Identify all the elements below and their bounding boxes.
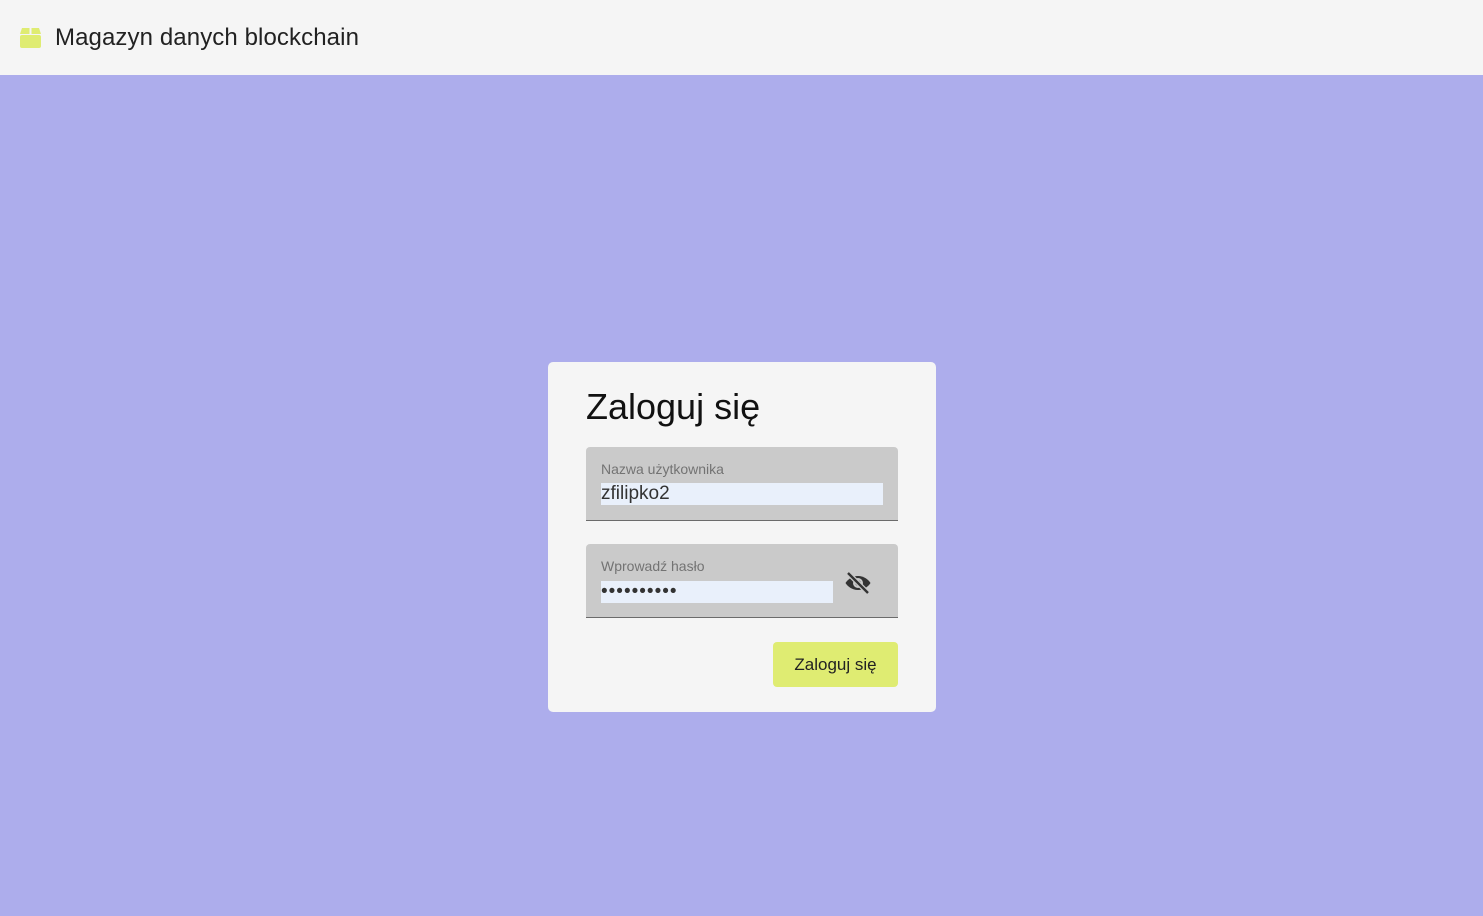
top-app-bar: Magazyn danych blockchain — [0, 0, 1483, 75]
login-title: Zaloguj się — [586, 386, 761, 427]
username-input[interactable] — [601, 483, 883, 505]
login-button[interactable]: Zaloguj się — [773, 642, 898, 687]
app-title: Magazyn danych blockchain — [55, 23, 360, 51]
package-icon — [19, 27, 42, 49]
eye-off-icon[interactable] — [843, 568, 873, 598]
password-label: Wprowadź hasło — [601, 558, 705, 574]
password-input[interactable] — [601, 581, 833, 603]
username-label: Nazwa użytkownika — [601, 461, 724, 477]
password-field[interactable]: Wprowadź hasło — [586, 544, 898, 618]
username-field[interactable]: Nazwa użytkownika — [586, 447, 898, 521]
login-card: Zaloguj się Nazwa użytkownika Wprowadź h… — [548, 362, 936, 712]
